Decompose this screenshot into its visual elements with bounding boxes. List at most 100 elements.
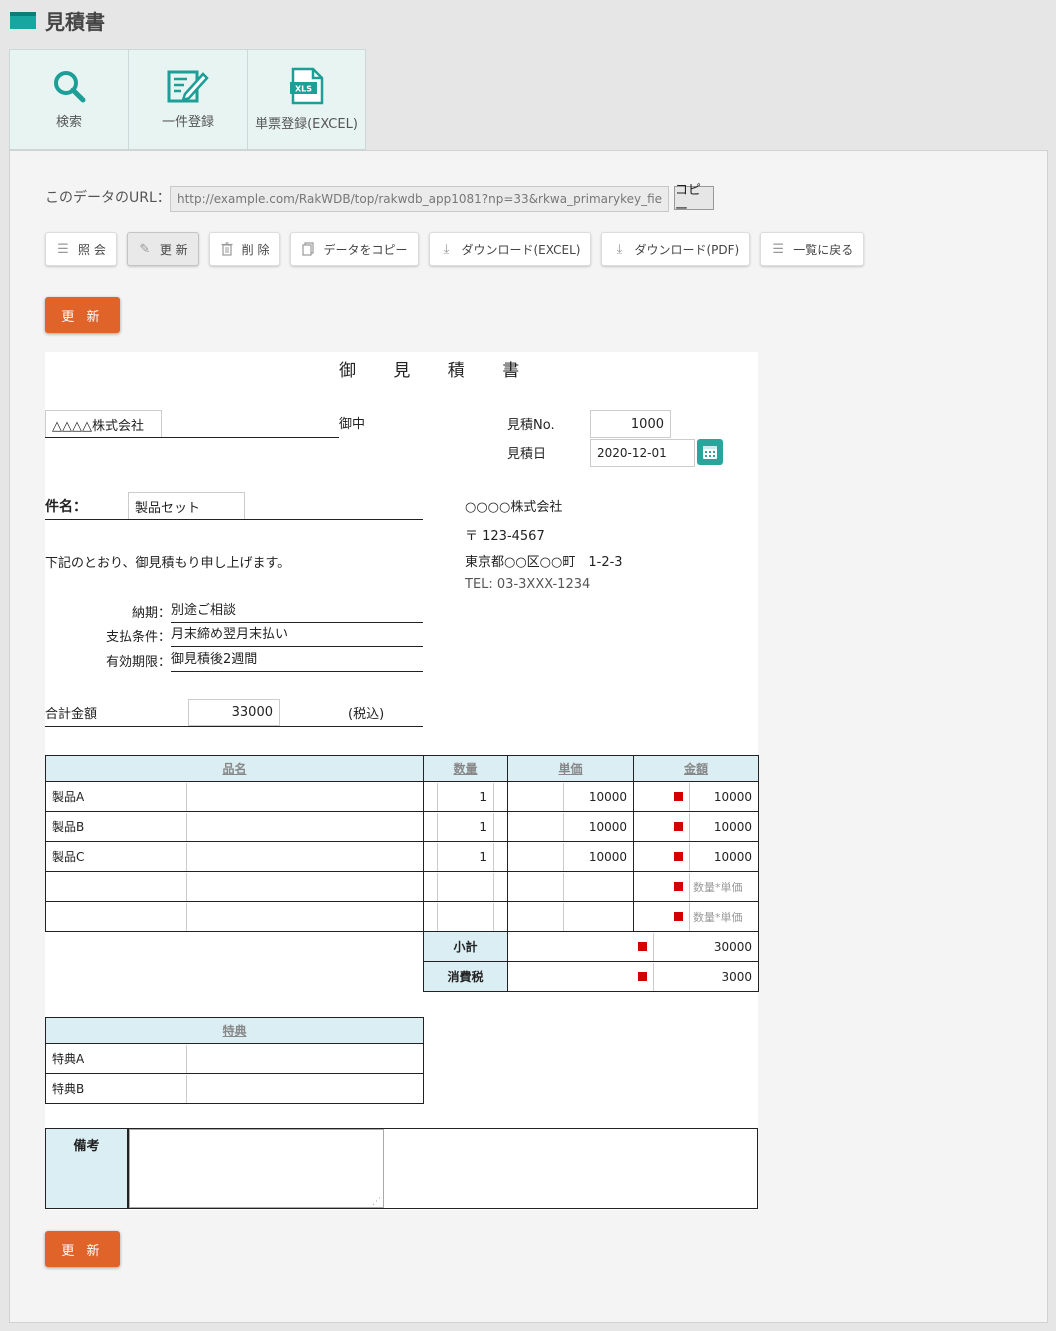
- header-unit-price: 単価: [507, 755, 634, 782]
- price-spacer: [508, 842, 564, 871]
- excel-register-tile[interactable]: XLS 単票登録(EXCEL): [247, 49, 366, 150]
- single-register-tile[interactable]: 一件登録: [128, 49, 247, 150]
- qty-spacer: [424, 872, 438, 901]
- unit-price-cell[interactable]: 10000: [564, 783, 633, 811]
- search-icon: [54, 71, 86, 103]
- benefit-name-cell[interactable]: 特典B: [46, 1074, 187, 1103]
- company-name: ○○○○株式会社: [465, 500, 563, 515]
- client-underline: [45, 437, 339, 438]
- download-pdf-button[interactable]: ⤓ ダウンロード(PDF): [601, 232, 751, 266]
- table-row: 特典A: [45, 1043, 424, 1074]
- header-item-name: 品名: [45, 755, 424, 782]
- calendar-button[interactable]: [697, 439, 723, 465]
- update-button-bottom[interactable]: 更 新: [45, 1231, 120, 1267]
- table-row: 製品C 1 10000 10000: [45, 841, 759, 872]
- update-button-top[interactable]: 更 新: [45, 297, 120, 333]
- download-icon: ⤓: [443, 241, 450, 257]
- subject-label: 件名：: [45, 499, 87, 515]
- benefit-name-cell[interactable]: 特典A: [46, 1044, 187, 1073]
- edit-icon: [167, 70, 209, 103]
- remarks-block: 備考 ⋰: [45, 1128, 758, 1209]
- xls-file-icon: XLS: [289, 67, 323, 105]
- subject-field[interactable]: 製品セット: [128, 492, 245, 520]
- estimate-date-field[interactable]: 2020-12-01: [590, 439, 695, 467]
- price-spacer: [508, 812, 564, 841]
- document-title: 御 見 積 書: [339, 361, 536, 381]
- delete-button[interactable]: 削 除: [208, 232, 281, 266]
- trash-icon: [221, 242, 233, 256]
- validity-term-value[interactable]: 御見積後2週間: [171, 649, 423, 672]
- item-name-cell[interactable]: 製品B: [46, 812, 187, 841]
- item-note-cell[interactable]: [187, 813, 423, 841]
- delivery-term-value[interactable]: 別途ご相談: [171, 600, 423, 623]
- unit-price-cell[interactable]: [564, 903, 633, 931]
- search-tile[interactable]: 検索: [9, 49, 128, 150]
- download-pdf-button-label: ダウンロード(PDF): [634, 242, 740, 257]
- amount-placeholder-cell: 数量*単価: [693, 910, 743, 924]
- qty-spacer: [494, 813, 507, 841]
- company-address: 東京都○○区○○町 1-2-3: [465, 555, 623, 570]
- amount-marker: [634, 872, 690, 901]
- payment-term-value[interactable]: 月末締め翌月末払い: [171, 624, 423, 647]
- table-row: 特典B: [45, 1073, 424, 1104]
- payment-term-row: 支払条件： 月末締め翌月末払い: [45, 623, 423, 648]
- item-name-cell[interactable]: 製品A: [46, 782, 187, 811]
- url-label: このデータのURL：: [45, 190, 171, 206]
- item-note-cell[interactable]: [187, 903, 423, 931]
- item-note-cell[interactable]: [187, 783, 423, 811]
- amount-marker: [634, 782, 690, 811]
- qty-spacer: [424, 812, 438, 841]
- table-row: 製品A 1 10000 10000: [45, 781, 759, 812]
- qty-spacer: [494, 843, 507, 871]
- item-note-cell[interactable]: [187, 843, 423, 871]
- unit-price-cell[interactable]: 10000: [564, 813, 633, 841]
- copy-url-button[interactable]: コピー: [674, 183, 714, 217]
- item-note-cell[interactable]: [187, 873, 423, 901]
- tax-row: 消費税 3000: [423, 961, 759, 992]
- summary-table: 小計 30000 消費税 3000: [423, 931, 759, 992]
- remarks-textarea[interactable]: ⋰: [129, 1129, 384, 1208]
- amount-cell: 10000: [713, 819, 752, 834]
- amount-cell: 10000: [713, 789, 752, 804]
- tax-included-note: (税込): [348, 707, 385, 722]
- items-table: 品名 数量 単価 金額 製品A 1 10000 10000 製品B 1 1000…: [45, 755, 759, 932]
- qty-cell[interactable]: [438, 872, 494, 901]
- back-to-list-button-label: 一覧に戻る: [793, 242, 854, 257]
- edit-button-label: 更 新: [159, 242, 188, 257]
- table-row: 数量*単価: [45, 871, 759, 902]
- view-button[interactable]: ☰ 照 会: [45, 232, 117, 266]
- unit-price-cell[interactable]: [564, 873, 633, 901]
- back-to-list-button[interactable]: ☰ 一覧に戻る: [760, 232, 865, 266]
- amount-placeholder-cell: 数量*単価: [693, 880, 743, 894]
- benefit-note-cell[interactable]: [187, 1045, 423, 1073]
- qty-cell[interactable]: 1: [438, 812, 494, 841]
- list-icon: ☰: [57, 241, 69, 257]
- table-row: 数量*単価: [45, 901, 759, 932]
- copy-data-button[interactable]: データをコピー: [290, 232, 419, 266]
- estimate-no-field[interactable]: 1000: [590, 410, 671, 438]
- item-name-cell[interactable]: [46, 902, 187, 931]
- qty-cell[interactable]: 1: [438, 842, 494, 871]
- price-spacer: [508, 782, 564, 811]
- resize-grip-icon[interactable]: ⋰: [372, 1197, 381, 1207]
- subtotal-label: 小計: [423, 931, 508, 962]
- company-zip: 〒 123-4567: [465, 529, 545, 544]
- delivery-term-row: 納期： 別途ご相談: [45, 599, 423, 623]
- tax-marker: [508, 962, 654, 991]
- edit-button[interactable]: ✎ 更 新: [126, 232, 199, 266]
- qty-spacer: [494, 873, 507, 901]
- qty-cell[interactable]: 1: [438, 782, 494, 811]
- unit-price-cell[interactable]: 10000: [564, 843, 633, 871]
- item-name-cell[interactable]: [46, 872, 187, 901]
- item-name-cell[interactable]: 製品C: [46, 842, 187, 871]
- pencil-icon: ✎: [139, 241, 151, 257]
- download-excel-button[interactable]: ⤓ ダウンロード(EXCEL): [428, 232, 592, 266]
- validity-term-label: 有効期限：: [105, 655, 171, 670]
- total-field[interactable]: 33000: [188, 699, 280, 726]
- client-name-field[interactable]: △△△△株式会社: [45, 410, 162, 438]
- qty-spacer: [494, 783, 507, 811]
- qty-cell[interactable]: [438, 902, 494, 931]
- copy-data-button-label: データをコピー: [323, 242, 408, 257]
- url-input[interactable]: [170, 186, 669, 212]
- benefit-note-cell[interactable]: [187, 1075, 423, 1103]
